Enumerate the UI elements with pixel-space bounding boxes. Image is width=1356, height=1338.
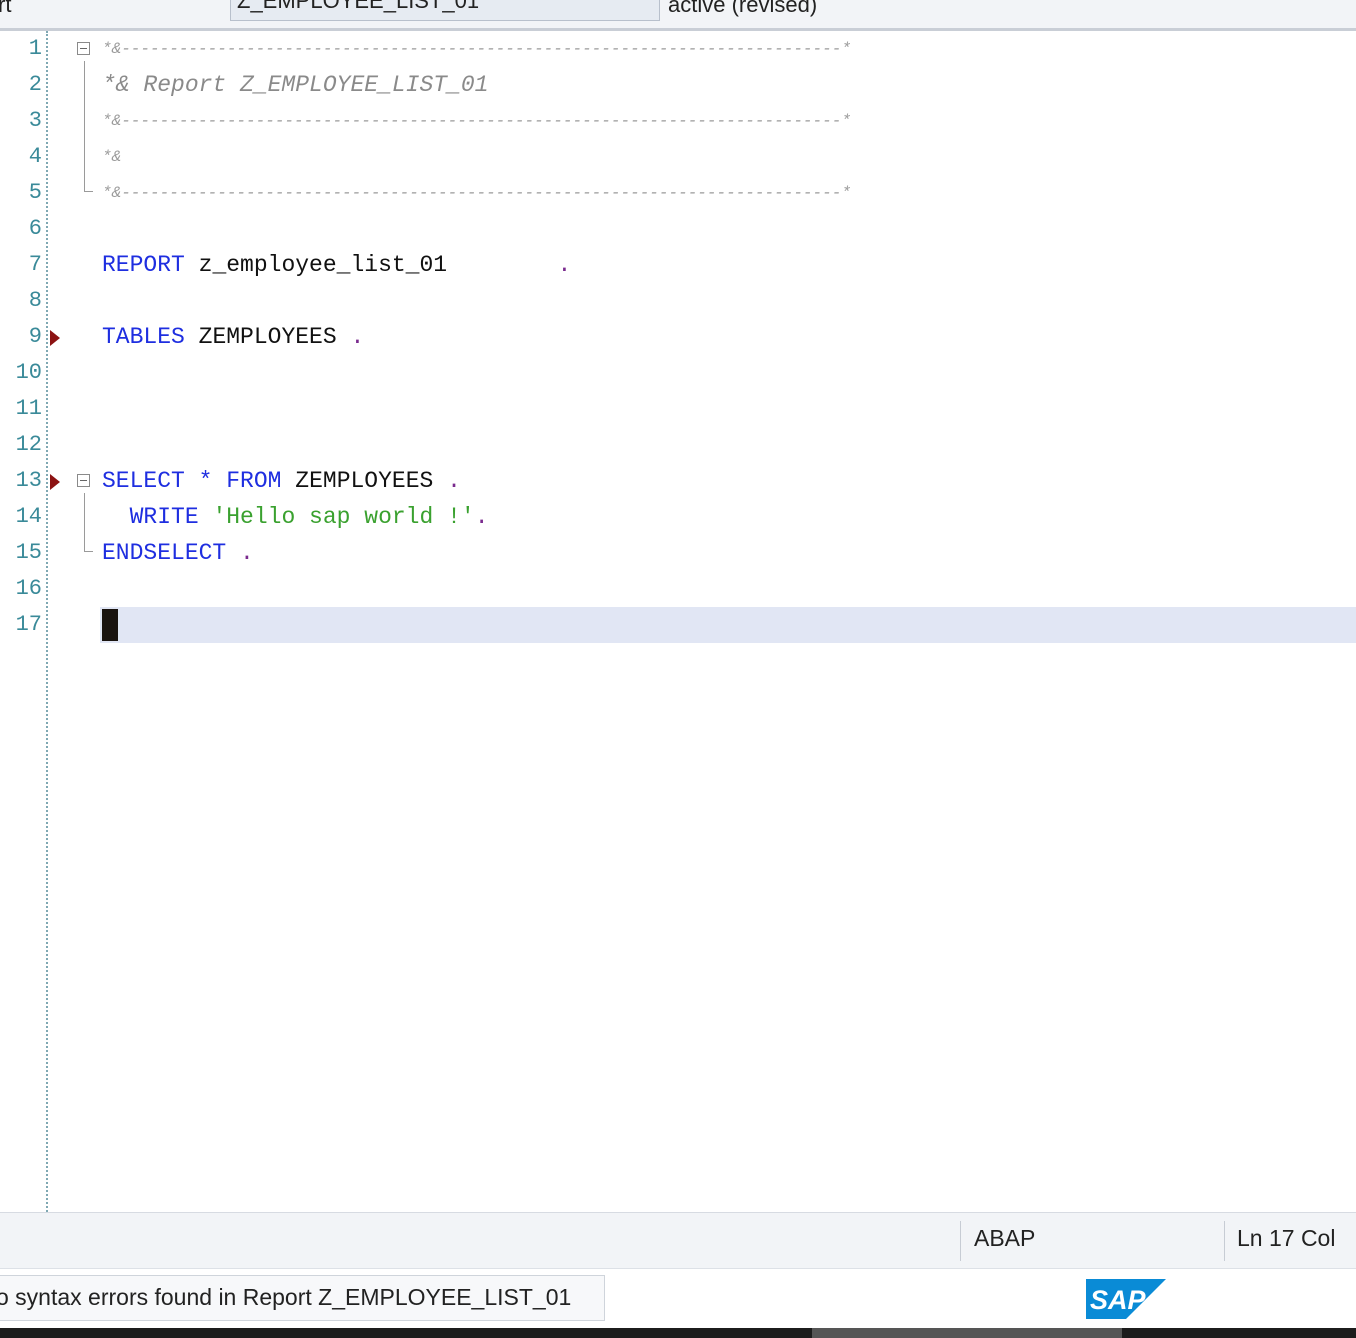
tables-statement: TABLES ZEMPLOYEES . [102, 324, 365, 350]
scrollbar-thumb[interactable] [812, 1328, 1122, 1338]
message-bar: o syntax errors found in Report Z_EMPLOY… [0, 1268, 1356, 1329]
line-number: 10 [15, 360, 42, 385]
header-bar: rt Z_EMPLOYEE_LIST_01 active (revised) [0, 0, 1356, 31]
cursor-position: Ln 17 Col [1237, 1225, 1336, 1251]
bottom-scrollbar[interactable] [0, 1328, 1356, 1338]
report-statement: REPORT z_employee_list_01 . [102, 252, 572, 278]
line-number: 16 [15, 576, 42, 601]
status-separator [960, 1221, 961, 1261]
line-number: 1 [28, 36, 42, 61]
breakpoint-marker-icon[interactable] [50, 330, 60, 346]
status-message-text: o syntax errors found in Report Z_EMPLOY… [0, 1284, 572, 1310]
code-editor[interactable]: 1 *&------------------------------------… [0, 31, 1356, 1212]
status-separator [1224, 1221, 1225, 1261]
line-number: 8 [28, 288, 42, 313]
endselect-statement: ENDSELECT . [102, 540, 254, 566]
breakpoint-marker-icon[interactable] [50, 474, 60, 490]
code-line[interactable]: 4 *& [0, 139, 1356, 175]
code-line[interactable]: 12 [0, 427, 1356, 463]
code-line[interactable]: 5 *&------------------------------------… [0, 175, 1356, 211]
line-number: 2 [28, 72, 42, 97]
collapse-icon[interactable] [77, 42, 90, 55]
code-line[interactable]: 15 ENDSELECT . [0, 535, 1356, 571]
line-number: 7 [28, 252, 42, 277]
code-line[interactable]: 10 [0, 355, 1356, 391]
code-line[interactable]: 13 SELECT * FROM ZEMPLOYEES . [0, 463, 1356, 499]
program-status: active (revised) [668, 0, 818, 17]
status-message[interactable]: o syntax errors found in Report Z_EMPLOY… [0, 1275, 605, 1321]
text-cursor [102, 609, 118, 641]
sap-logo: SAP [1086, 1279, 1166, 1319]
editor-status-bar: ABAP Ln 17 Col [0, 1212, 1356, 1269]
line-number: 12 [15, 432, 42, 457]
line-number: 15 [15, 540, 42, 565]
svg-text:SAP: SAP [1090, 1285, 1147, 1315]
code-line[interactable]: 2 *& Report Z_EMPLOYEE_LIST_01 [0, 67, 1356, 103]
line-number: 13 [15, 468, 42, 493]
code-line[interactable]: 11 [0, 391, 1356, 427]
comment-blank: *& [102, 148, 122, 166]
line-number: 4 [28, 144, 42, 169]
code-line[interactable]: 9 TABLES ZEMPLOYEES . [0, 319, 1356, 355]
header-left-label: rt [0, 0, 12, 17]
line-number: 6 [28, 216, 42, 241]
line-number: 3 [28, 108, 42, 133]
select-statement: SELECT * FROM ZEMPLOYEES . [102, 468, 461, 494]
write-statement: WRITE 'Hello sap world !'. [129, 504, 489, 530]
code-line[interactable]: 1 *&------------------------------------… [0, 31, 1356, 67]
comment-report: *& Report Z_EMPLOYEE_LIST_01 [102, 72, 489, 98]
program-name-value: Z_EMPLOYEE_LIST_01 [237, 0, 480, 13]
line-number: 14 [15, 504, 42, 529]
comment-rule: *&--------------------------------------… [102, 40, 851, 58]
code-line[interactable]: 6 [0, 211, 1356, 247]
line-number: 17 [15, 612, 42, 637]
language-indicator: ABAP [974, 1225, 1036, 1251]
line-number: 11 [15, 396, 42, 421]
line-number: 9 [28, 324, 42, 349]
code-line[interactable]: 16 [0, 571, 1356, 607]
code-line[interactable]: 8 [0, 283, 1356, 319]
current-code-line[interactable]: 17 [0, 607, 1356, 643]
code-line[interactable]: 14 WRITE 'Hello sap world !'. [0, 499, 1356, 535]
current-line-highlight [100, 607, 1356, 643]
comment-rule: *&--------------------------------------… [102, 184, 851, 202]
comment-rule: *&--------------------------------------… [102, 112, 851, 130]
collapse-icon[interactable] [77, 474, 90, 487]
code-line[interactable]: 3 *&------------------------------------… [0, 103, 1356, 139]
line-number: 5 [28, 180, 42, 205]
code-line[interactable]: 7 REPORT z_employee_list_01 . [0, 247, 1356, 283]
program-name-field[interactable]: Z_EMPLOYEE_LIST_01 [230, 0, 660, 21]
